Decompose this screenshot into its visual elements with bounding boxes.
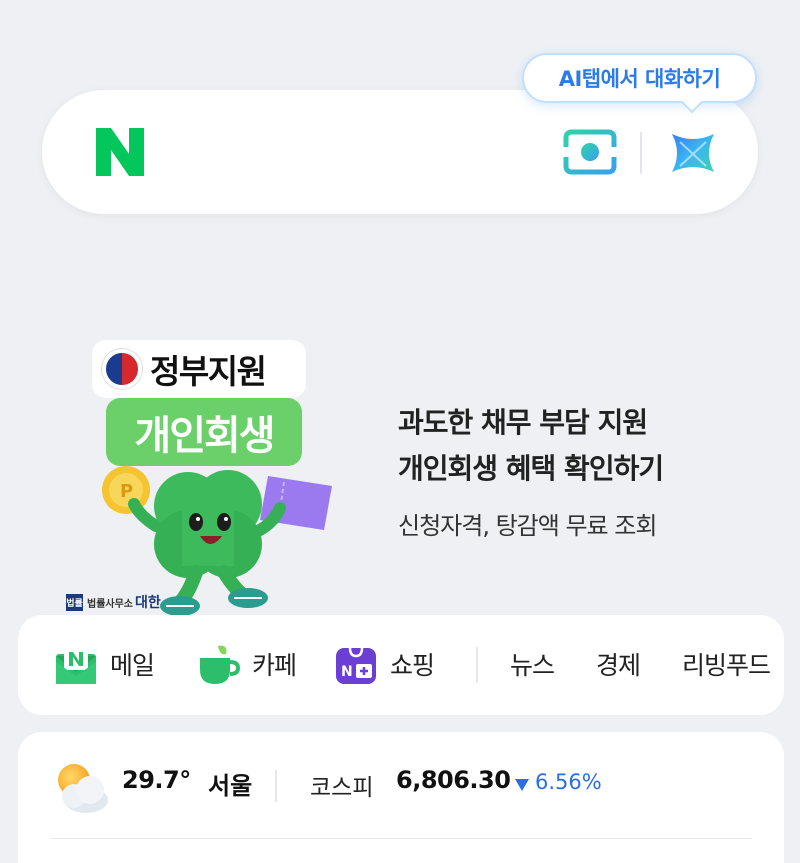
promo-subtitle: 신청자격, 탕감액 무료 조회 (398, 512, 657, 540)
law-firm-small-label: 법률사무소 (87, 598, 133, 610)
shortcut-divider (476, 647, 478, 683)
government-support-chip: 정부지원 (92, 340, 306, 398)
promo-title: 과도한 채무 부담 지원 개인회생 혜택 확인하기 (398, 400, 664, 492)
law-firm-mark: 법률 (66, 593, 83, 611)
promo-title-line2: 개인회생 혜택 확인하기 (398, 452, 664, 485)
stock-index-value[interactable]: 6,806.30 (396, 766, 511, 794)
weather-city[interactable]: 서울 (208, 766, 252, 801)
temperature[interactable]: 29.7° (122, 766, 191, 794)
promo-title-line1: 과도한 채무 부담 지원 (398, 406, 648, 439)
shortcut-living-food[interactable]: 리빙푸드 (682, 641, 771, 687)
info-card: 29.7° 서울 코스피 6,806.30 6.56% (18, 732, 784, 863)
law-firm-logo: 법률 법률사무소 대한 (66, 592, 161, 612)
shortcut-economy[interactable]: 경제 (596, 641, 641, 687)
shortcut-economy-label: 경제 (596, 651, 641, 680)
shortcut-mail-label: 메일 (110, 651, 155, 680)
promo-banner[interactable]: 정부지원 개인회생 P 법률 법률사무소 대한 과도한 채무 부담 지원 개인회… (0, 330, 800, 620)
naver-logo-icon[interactable] (94, 126, 146, 178)
ai-tab-tooltip[interactable]: AI탭에서 대화하기 (522, 53, 757, 114)
svg-text:N: N (341, 664, 352, 680)
shortcut-cafe[interactable]: 카페 (196, 641, 297, 687)
shortcut-shopping-label: 쇼핑 (390, 651, 435, 680)
shortcut-mail[interactable]: 메일 (54, 641, 155, 687)
rehabilitation-badge: 개인회생 (106, 398, 302, 466)
info-divider (275, 770, 277, 802)
ai-sparkle-icon[interactable] (666, 126, 720, 180)
info-card-separator-line (50, 838, 752, 839)
cafe-icon (200, 645, 240, 684)
government-support-label: 정부지원 (150, 352, 267, 391)
shortcut-living-food-label: 리빙푸드 (682, 651, 771, 680)
search-bar-divider (640, 132, 642, 174)
shopping-icon: N (336, 647, 376, 684)
partly-cloudy-icon[interactable] (50, 760, 112, 816)
service-shortcuts: 메일 카페 N 쇼핑 뉴스 경제 리빙푸드 (18, 615, 784, 715)
ai-tab-tooltip-text: AI탭에서 대화하기 (558, 67, 721, 91)
shortcut-news[interactable]: 뉴스 (510, 641, 555, 687)
stock-index-name[interactable]: 코스피 (310, 768, 373, 802)
shortcut-news-label: 뉴스 (510, 651, 555, 680)
down-arrow-icon (515, 779, 529, 791)
taegeuk-emblem-icon (102, 349, 142, 389)
law-firm-name: 대한 (135, 595, 161, 611)
search-bar[interactable] (42, 90, 758, 214)
shortcut-cafe-label: 카페 (252, 651, 297, 680)
camera-lens-icon[interactable] (562, 127, 618, 177)
stock-index-change[interactable]: 6.56% (535, 770, 602, 794)
shortcut-shopping[interactable]: N 쇼핑 (334, 641, 435, 687)
mail-icon (56, 646, 96, 684)
